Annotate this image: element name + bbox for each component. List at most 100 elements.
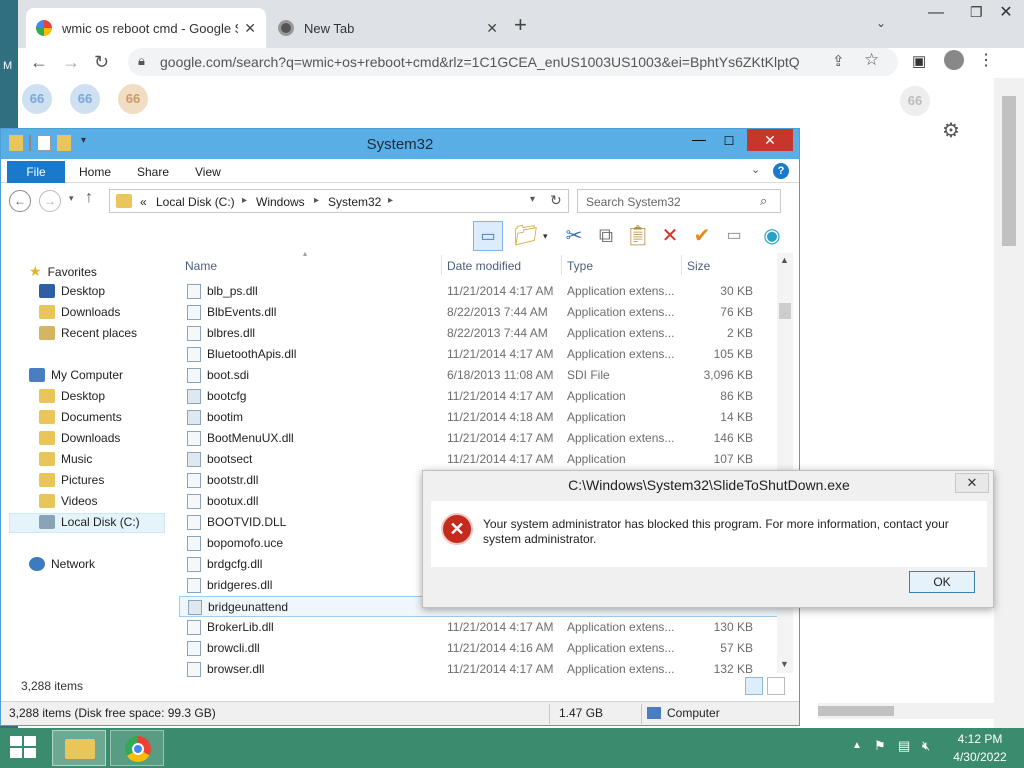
address-bar[interactable]: 🔒︎ google.com/search?q=wmic+os+reboot+cm… (128, 48, 898, 76)
file-row[interactable]: boot.sdi 6/18/2013 11:08 AM SDI File 3,096 … (179, 365, 779, 386)
close-button[interactable]: ✕ (988, 0, 1024, 28)
clock-time[interactable]: 4:12 PM (950, 732, 1010, 746)
file-row[interactable]: BrokerLib.dll 11/21/2014 4:17 AM Applicati… (179, 617, 779, 638)
breadcrumb-system32[interactable]: System32 (328, 195, 381, 209)
nav-pc-videos[interactable]: Videos (39, 494, 97, 508)
nav-favorites[interactable]: ★ Favorites (29, 263, 97, 280)
breadcrumb-chevron-icon[interactable]: ▸ (388, 195, 393, 206)
action-center-flag-icon[interactable]: ⚑ (874, 738, 886, 754)
nav-my-computer[interactable]: My Computer (29, 368, 123, 382)
cut-icon[interactable]: ✂ (559, 221, 589, 251)
address-dropdown-icon[interactable]: ▾ (530, 194, 535, 205)
column-header-size[interactable]: Size (687, 259, 710, 273)
share-icon[interactable]: ⇪ (832, 52, 845, 70)
doodle-66-icon[interactable]: 66 (70, 84, 100, 114)
maximize-button[interactable]: ❐ (970, 4, 983, 21)
reload-icon[interactable]: ↻ (94, 52, 109, 73)
help-icon[interactable]: ? (773, 163, 789, 179)
forward-arrow-icon[interactable]: → (62, 52, 80, 73)
file-row[interactable]: bootsect 11/21/2014 4:17 AM Application 107… (179, 449, 779, 470)
column-divider[interactable] (561, 255, 562, 275)
options-dropdown-icon[interactable]: ▾ (543, 231, 548, 242)
new-tab-button[interactable]: + (514, 12, 527, 38)
page-scrollbar[interactable] (994, 78, 1024, 728)
large-icons-view-icon[interactable] (767, 677, 785, 695)
minimize-button[interactable]: — (928, 4, 944, 22)
file-row[interactable]: bootim 11/21/2014 4:18 AM Application 14 KB (179, 407, 779, 428)
ribbon-expand-chevron-icon[interactable]: ⌄ (751, 163, 760, 176)
refresh-icon[interactable]: ↻ (550, 192, 562, 209)
tab-google-search[interactable]: wmic os reboot cmd - Google Se ✕ (26, 8, 266, 48)
doodle-66-icon[interactable]: 66 (118, 84, 148, 114)
settings-gear-icon[interactable]: ⚙ (942, 118, 960, 143)
breadcrumb-windows[interactable]: Windows (256, 195, 305, 209)
paste-icon[interactable]: 📋︎ (623, 221, 653, 251)
folder-options-icon[interactable]: 📁︎ (511, 221, 541, 251)
taskbar-file-explorer[interactable] (52, 730, 106, 766)
profile-avatar-icon[interactable] (944, 50, 964, 70)
breadcrumb-prefix[interactable]: « (140, 195, 147, 209)
chrome-menu-icon[interactable]: ⋮ (978, 50, 994, 70)
nav-pc-documents[interactable]: Documents (39, 410, 122, 424)
search-input[interactable]: Search System32 ⌕ (577, 189, 781, 213)
scrollbar-thumb[interactable] (779, 303, 791, 319)
back-arrow-icon[interactable]: ← (30, 52, 48, 73)
nav-fav-desktop[interactable]: Desktop (39, 284, 105, 298)
ok-button[interactable]: OK (909, 571, 975, 593)
tab-close-icon[interactable]: ✕ (244, 20, 256, 37)
network-tray-icon[interactable]: ▤ (898, 738, 910, 754)
lock-icon[interactable]: 🔒︎ (138, 53, 145, 69)
tab-close-icon[interactable]: ✕ (486, 20, 498, 37)
delete-icon[interactable]: ✕ (655, 221, 685, 251)
file-row[interactable]: blb_ps.dll 11/21/2014 4:17 AM Application … (179, 281, 779, 302)
column-divider[interactable] (681, 255, 682, 275)
horizontal-scrollbar[interactable] (818, 703, 994, 719)
tab-search-chevron-icon[interactable]: ⌄ (876, 16, 886, 30)
forward-button[interactable]: → (39, 190, 61, 212)
scroll-up-icon[interactable]: ▲ (780, 255, 789, 265)
nav-pc-pictures[interactable]: Pictures (39, 473, 104, 487)
ribbon-tab-home[interactable]: Home (79, 165, 111, 179)
side-panel-icon[interactable]: ▣ (912, 52, 926, 70)
column-divider[interactable] (441, 255, 442, 275)
address-bar[interactable]: « Local Disk (C:) ▸ Windows ▸ System32 ▸… (109, 189, 569, 213)
scrollbar-thumb[interactable] (1002, 96, 1016, 246)
close-button[interactable]: ✕ (747, 129, 793, 151)
nav-pc-local-disk[interactable]: Local Disk (C:) (39, 515, 140, 529)
file-row[interactable]: browcli.dll 11/21/2014 4:16 AM Application… (179, 638, 779, 659)
nav-fav-downloads[interactable]: Downloads (39, 305, 120, 319)
taskbar-chrome[interactable] (110, 730, 164, 766)
clock-date[interactable]: 4/30/2022 (950, 750, 1010, 764)
maximize-button[interactable]: ☐ (715, 131, 743, 153)
scrollbar-thumb[interactable] (818, 706, 894, 716)
column-header-date[interactable]: Date modified (447, 259, 521, 273)
nav-fav-recent-places[interactable]: Recent places (39, 326, 137, 340)
file-list-scrollbar[interactable]: ▲ ▼ (777, 253, 793, 673)
nav-network[interactable]: Network (29, 557, 95, 571)
dialog-close-button[interactable]: ✕ (955, 473, 989, 493)
rename-icon[interactable]: ▭ (719, 221, 749, 251)
explorer-title-bar[interactable]: ▾ System32 — ☐ ✕ (1, 129, 799, 159)
ribbon-tab-share[interactable]: Share (137, 165, 169, 179)
bookmark-star-icon[interactable]: ☆ (864, 50, 879, 70)
breadcrumb-chevron-icon[interactable]: ▸ (314, 195, 319, 206)
tray-overflow-icon[interactable]: ▲ (852, 740, 862, 751)
column-header-type[interactable]: Type (567, 259, 593, 273)
file-row[interactable]: BlbEvents.dll 8/22/2013 7:44 AM Applicatio… (179, 302, 779, 323)
ribbon-tab-file[interactable]: File (7, 161, 65, 183)
file-row[interactable]: bootcfg 11/21/2014 4:17 AM Application 86 K… (179, 386, 779, 407)
recent-locations-icon[interactable]: ▾ (69, 193, 74, 204)
doodle-66-icon[interactable]: 66 (22, 84, 52, 114)
volume-muted-icon[interactable]: 🔇︎ (922, 738, 930, 754)
back-button[interactable]: ← (9, 190, 31, 212)
details-view-icon[interactable] (745, 677, 763, 695)
breadcrumb-chevron-icon[interactable]: ▸ (242, 195, 247, 206)
globe-icon[interactable]: ◉ (757, 221, 787, 251)
up-arrow-icon[interactable]: ↑ (85, 189, 93, 207)
breadcrumb-local-disk[interactable]: Local Disk (C:) (156, 195, 235, 209)
start-button[interactable] (10, 736, 38, 760)
nav-pc-music[interactable]: Music (39, 452, 92, 466)
scroll-down-icon[interactable]: ▼ (780, 659, 789, 669)
search-icon[interactable]: ⌕ (760, 193, 767, 209)
file-row[interactable]: blbres.dll 8/22/2013 7:44 AM Application e… (179, 323, 779, 344)
